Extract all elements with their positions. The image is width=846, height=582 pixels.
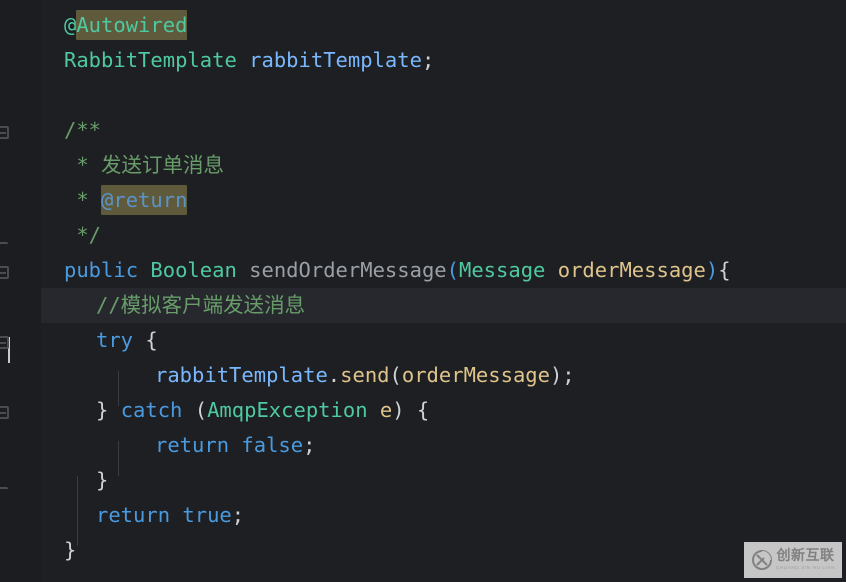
code-token: rabbitTemplate [155, 363, 328, 387]
editor-gutter[interactable] [0, 0, 41, 582]
code-token: return [155, 433, 230, 457]
line-javadoc-open[interactable]: /** [64, 113, 101, 148]
code-token: ) { [392, 398, 430, 422]
code-token: send [340, 363, 390, 387]
code-token: ); [549, 363, 575, 387]
code-token: RabbitTemplate [64, 48, 237, 72]
code-token: Message [458, 258, 546, 282]
line-javadoc-close[interactable]: */ [64, 218, 101, 253]
code-token: { [145, 328, 158, 352]
code-token: ( [389, 363, 402, 387]
code-token: return [96, 503, 171, 527]
code-token: ( [446, 258, 459, 282]
line-return-false[interactable]: return false; [155, 428, 315, 463]
fold-marker-catch-start[interactable] [0, 406, 9, 419]
code-token: } [96, 468, 109, 492]
fold-marker-javadoc-start[interactable] [0, 126, 9, 139]
code-token: Autowired [76, 10, 188, 40]
code-token: * 发送订单消息 [64, 153, 225, 177]
fold-marker-javadoc-end[interactable] [0, 231, 9, 244]
code-token: * [64, 188, 102, 212]
logo-icon [751, 550, 772, 570]
line-return-true[interactable]: return true; [96, 498, 244, 533]
code-token: e [379, 398, 393, 422]
watermark-pinyin-text: CHUANG XIN HU LIAN [775, 564, 836, 570]
site-watermark: 创新互联 CHUANG XIN HU LIAN [744, 542, 842, 578]
code-token: ; [231, 503, 245, 527]
line-catch-close[interactable]: } [96, 463, 108, 498]
line-method-close[interactable]: } [64, 533, 76, 568]
line-annotation-autowired[interactable]: @Autowired [64, 8, 188, 43]
code-token: @return [101, 185, 188, 215]
code-token: /** [64, 118, 102, 142]
code-token: true [182, 503, 232, 527]
line-method-signature[interactable]: public Boolean sendOrderMessage(Message … [64, 253, 731, 288]
code-token: . [327, 363, 341, 387]
code-token: orderMessage [557, 258, 706, 282]
code-token: ; [303, 433, 316, 457]
line-field-declaration[interactable]: RabbitTemplate rabbitTemplate; [64, 43, 434, 78]
line-try-open[interactable]: try { [96, 323, 158, 358]
code-token: Boolean [150, 258, 237, 282]
code-token: AmqpException [207, 398, 368, 422]
fold-marker-method-start[interactable] [0, 266, 9, 279]
indent-guide-catch-body [118, 441, 119, 476]
line-rabbittemplate-send[interactable]: rabbitTemplate.send(orderMessage); [155, 358, 575, 393]
code-token: @ [64, 13, 77, 37]
code-token: { [718, 258, 731, 282]
code-editor[interactable]: @Autowired RabbitTemplate rabbitTemplate;… [0, 0, 846, 582]
code-token: try [96, 328, 134, 352]
watermark-text-group: 创新互联 CHUANG XIN HU LIAN [776, 549, 835, 570]
code-token: public [64, 258, 139, 282]
line-javadoc-description[interactable]: * 发送订单消息 [64, 148, 224, 183]
code-content[interactable]: @Autowired RabbitTemplate rabbitTemplate;… [41, 0, 846, 582]
code-token: catch [120, 398, 183, 422]
code-token: false [241, 433, 304, 457]
code-token: //模拟客户端发送消息 [96, 293, 306, 317]
code-token: orderMessage [401, 363, 550, 387]
code-token: sendOrderMessage [249, 258, 447, 282]
code-token: } [96, 398, 121, 422]
code-token: ( [182, 398, 208, 422]
line-comment-simulate-client[interactable]: //模拟客户端发送消息 [96, 288, 305, 323]
code-token: ; [421, 48, 435, 72]
code-token: */ [64, 223, 102, 247]
watermark-cn-text: 创新互联 [776, 548, 835, 565]
code-token: ) [705, 258, 719, 282]
code-token: rabbitTemplate [249, 48, 422, 72]
fold-marker-method-end[interactable] [0, 476, 9, 489]
line-javadoc-return-tag[interactable]: * @return [64, 183, 188, 218]
code-token: } [64, 538, 77, 562]
line-catch-clause[interactable]: } catch (AmqpException e) { [96, 393, 429, 428]
fold-marker-try-start[interactable] [0, 336, 9, 349]
indent-guide-method-body [77, 476, 78, 546]
